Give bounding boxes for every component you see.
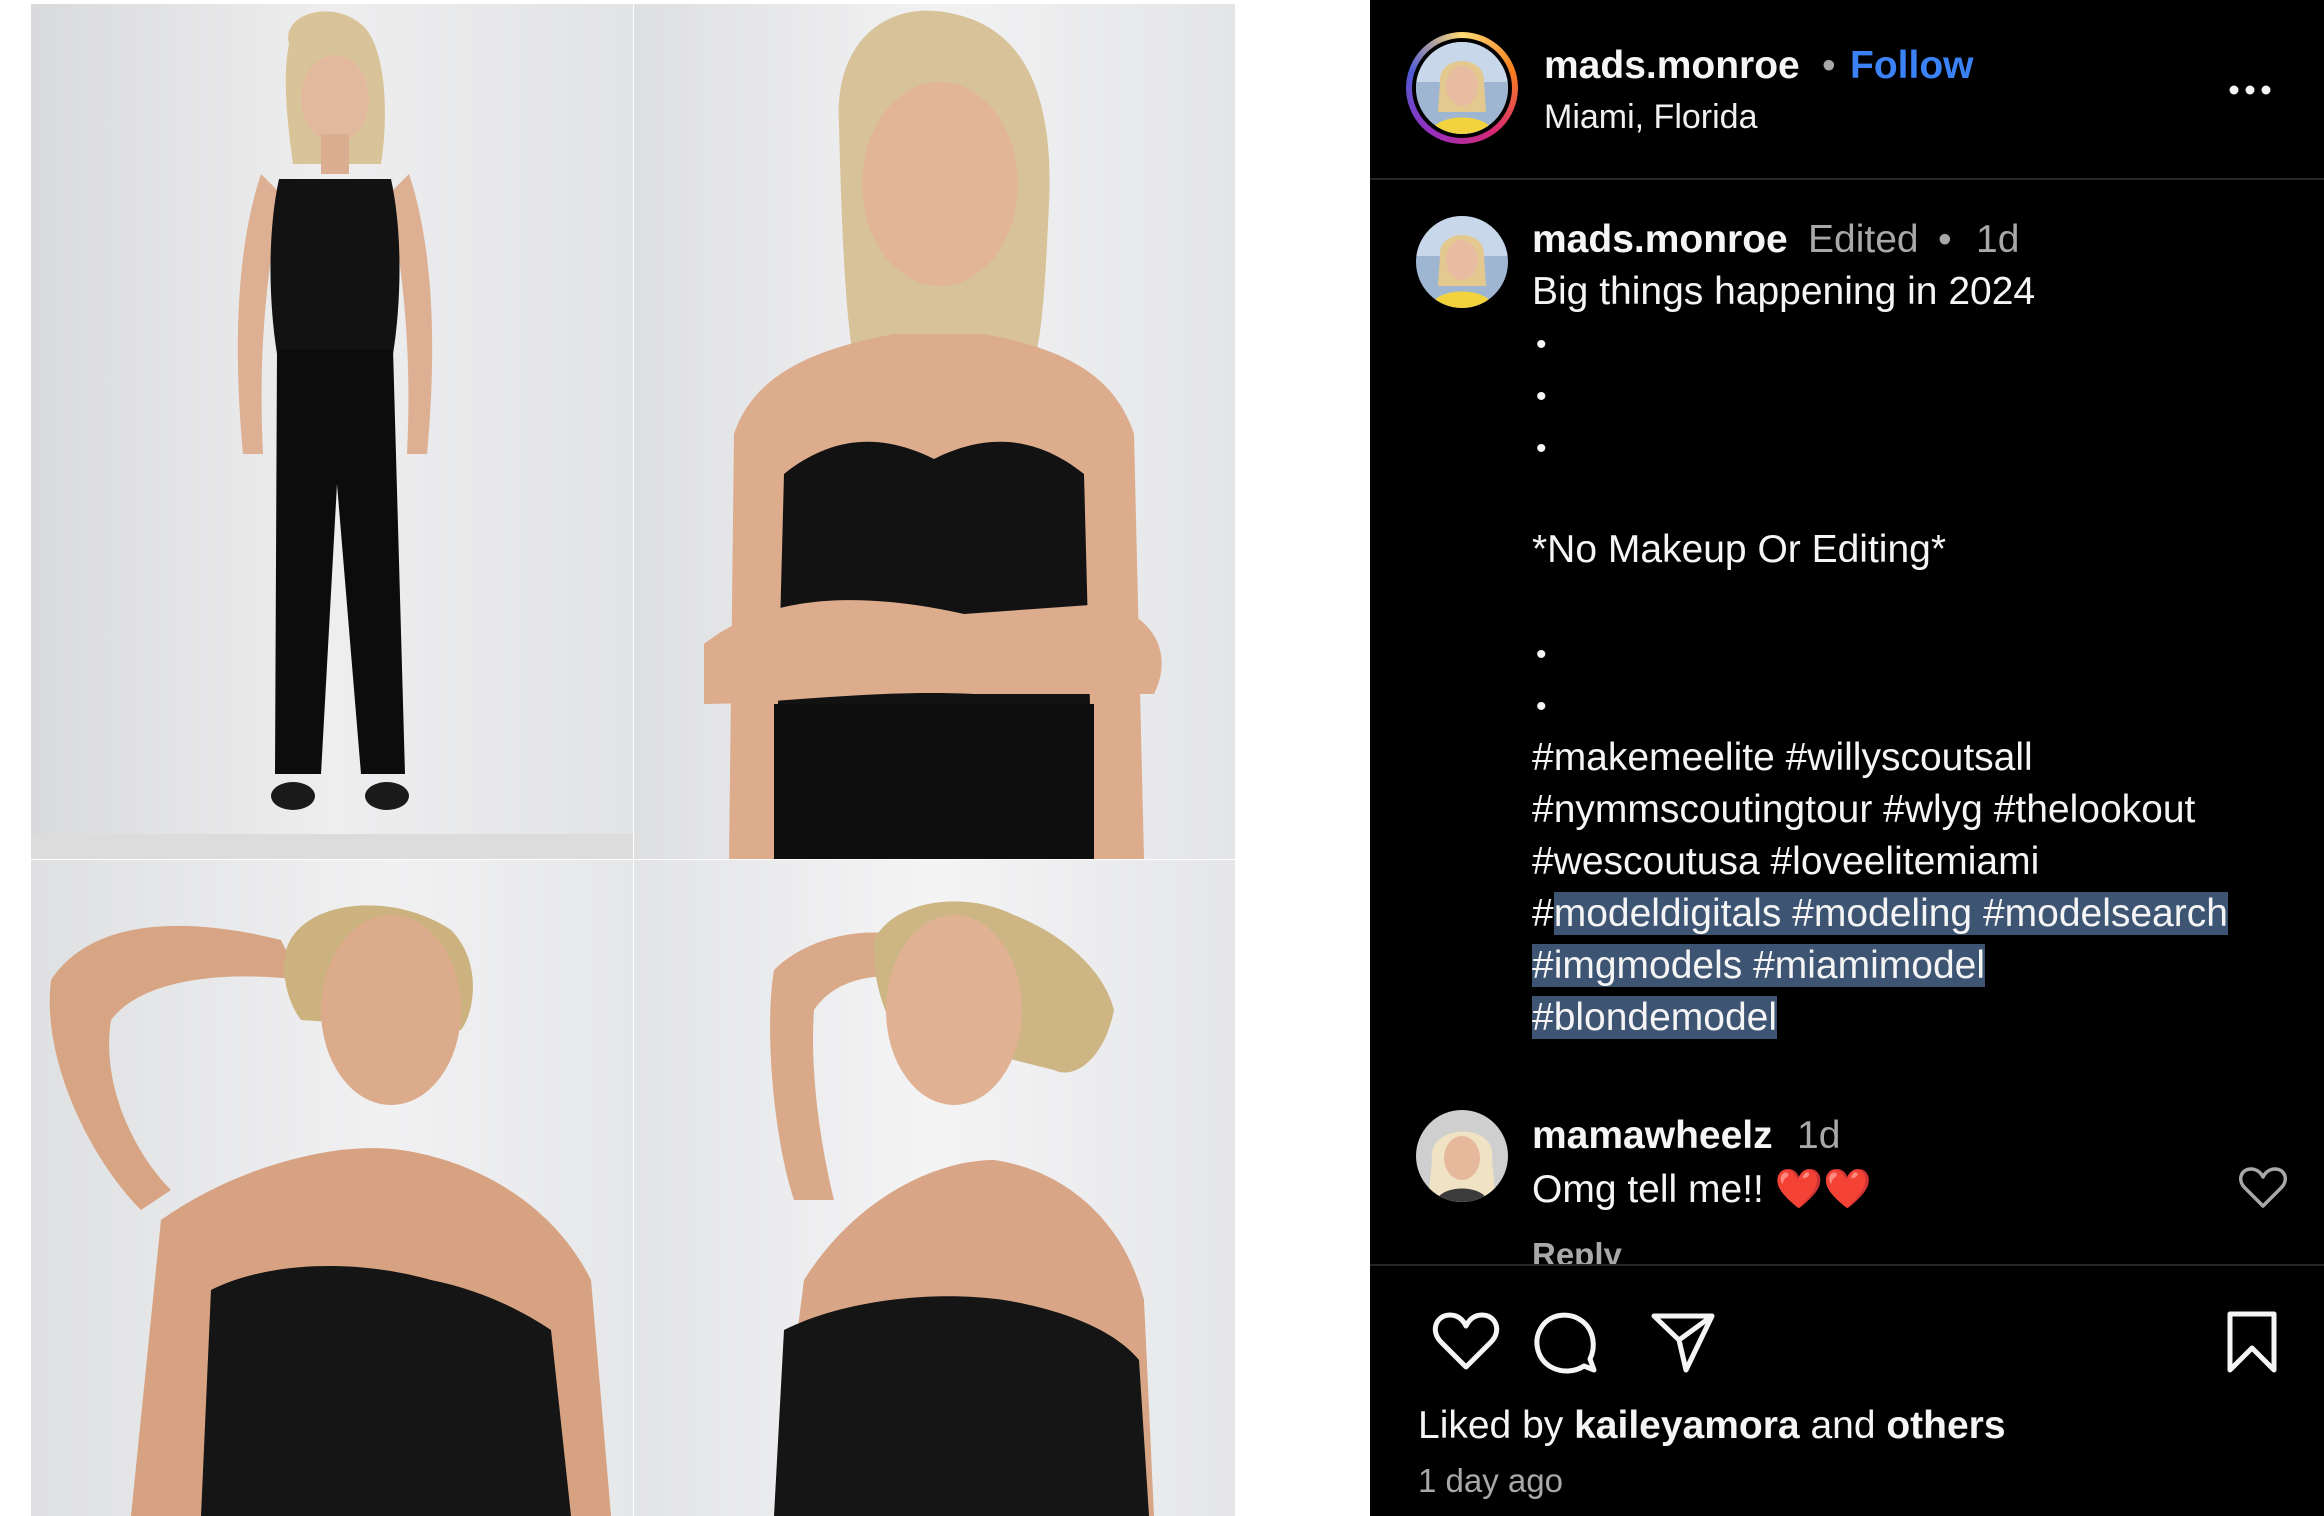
caption-avatar[interactable] <box>1416 216 1508 308</box>
hashtags-line[interactable]: #wescoutusa #loveelitemiami <box>1532 840 2039 884</box>
caption-timestamp[interactable]: 1d <box>1976 218 2019 262</box>
hashtags-line[interactable]: #makemeelite #willyscoutsall <box>1532 736 2033 780</box>
hashtags-line[interactable]: #blondemodel <box>1532 996 1778 1040</box>
bookmark-icon[interactable] <box>2224 1310 2280 1374</box>
comment-icon[interactable] <box>1532 1310 1598 1376</box>
likes-middle: and <box>1799 1404 1887 1447</box>
hashtags-line[interactable]: #modeldigitals #modeling #modelsearch <box>1532 892 2228 936</box>
caption-title: Big things happening in 2024 <box>1532 270 2036 313</box>
caption-note: *No Makeup Or Editing* <box>1532 528 1947 571</box>
post-media[interactable] <box>0 0 1370 1516</box>
hand-behind-head-looking-right-photo <box>31 860 633 1516</box>
arms-crossed-portrait-photo <box>634 4 1235 859</box>
caption-bullet: • <box>1536 690 1547 723</box>
story-ring[interactable] <box>1406 32 1518 144</box>
heart-icon[interactable] <box>1432 1310 1500 1372</box>
more-options-icon[interactable] <box>2220 68 2280 112</box>
caption-bullet: • <box>1536 638 1547 671</box>
header-username[interactable]: mads.monroe <box>1544 44 1800 88</box>
likes-summary[interactable]: Liked by kaileyamora and others <box>1418 1404 2006 1448</box>
share-icon[interactable] <box>1650 1310 1716 1374</box>
commenter-avatar[interactable] <box>1416 1110 1508 1202</box>
post-header: mads.monroe • Follow Miami, Florida <box>1370 0 2324 180</box>
caption-bullet: • <box>1536 432 1547 465</box>
profile-hand-in-hair-photo <box>634 860 1235 1516</box>
comment-text: Omg tell me!! ❤️❤️ <box>1532 1168 1872 1211</box>
full-body-standing-photo <box>31 4 633 859</box>
location-link[interactable]: Miami, Florida <box>1544 98 1757 137</box>
hashtags-line[interactable]: #nymmscoutingtour #wlyg #thelookout <box>1532 788 2195 832</box>
likes-others[interactable]: others <box>1886 1404 2005 1447</box>
comment-timestamp: 1d <box>1797 1114 1841 1157</box>
comment-like-heart-icon[interactable] <box>2238 1166 2288 1210</box>
selected-hashtags[interactable]: #imgmodels #miamimodel <box>1532 944 1985 987</box>
follow-button[interactable]: Follow <box>1850 44 1973 88</box>
comment-username[interactable]: mamawheelz <box>1532 1114 1773 1158</box>
separator-dot: • <box>1822 44 1836 87</box>
liked-by-user[interactable]: kaileyamora <box>1574 1404 1800 1447</box>
selected-hashtags[interactable]: modeldigitals #modeling #modelsearch <box>1553 892 2228 935</box>
likes-prefix: Liked by <box>1418 1404 1575 1447</box>
post-timestamp[interactable]: 1 day ago <box>1418 1462 1563 1500</box>
caption-bullet: • <box>1536 328 1547 361</box>
avatar[interactable] <box>1416 42 1508 134</box>
divider <box>1370 1264 2324 1266</box>
selected-hashtags[interactable]: #blondemodel <box>1532 996 1778 1039</box>
separator-dot: • <box>1938 218 1952 261</box>
hashtags-line[interactable]: #imgmodels #miamimodel <box>1532 944 1985 988</box>
edited-label: Edited <box>1808 218 1919 261</box>
caption-username[interactable]: mads.monroe <box>1532 218 1788 262</box>
hashtag-prefix[interactable]: # <box>1532 892 1554 935</box>
reply-link[interactable]: Reply <box>1532 1236 1622 1266</box>
post-sidebar: mads.monroe • Follow Miami, Florida mads… <box>1370 0 2324 1516</box>
caption-bullet: • <box>1536 380 1547 413</box>
